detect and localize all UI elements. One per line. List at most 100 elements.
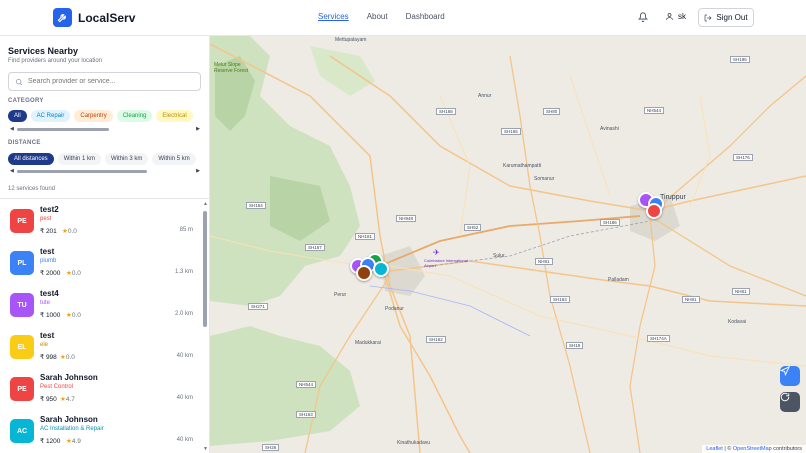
service-price: ₹ 998	[40, 354, 57, 361]
scroll-down-icon[interactable]: ▼	[203, 446, 208, 452]
list-item[interactable]: PE test2 pest ₹ 201 ★0.0 85 m	[0, 201, 200, 243]
scroll-left-icon[interactable]: ◀	[10, 168, 14, 174]
chip-all[interactable]: All	[8, 110, 27, 122]
category-label: CATEGORY	[8, 98, 44, 104]
locate-button[interactable]	[780, 366, 800, 386]
osm-link[interactable]: OpenStreetMap	[733, 446, 772, 452]
distance-scrollbar[interactable]: ◀ ▶	[10, 168, 200, 174]
service-name: test	[40, 247, 55, 256]
wrench-icon	[53, 8, 72, 27]
nav-about[interactable]: About	[367, 12, 388, 21]
scroll-thumb[interactable]	[16, 169, 147, 173]
user-name: sk	[678, 12, 686, 21]
scroll-right-icon[interactable]: ▶	[196, 126, 200, 132]
road-shield: NH81	[682, 296, 700, 303]
user-menu[interactable]: sk	[665, 12, 686, 21]
map-label: Kodavai	[728, 319, 747, 325]
list-item[interactable]: AC Sarah Johnson AC Installation & Repai…	[0, 411, 200, 453]
map-marker[interactable]	[356, 265, 372, 281]
road-shield: SH196	[730, 56, 750, 63]
list-item[interactable]: PE Sarah Johnson Pest Control ₹ 950 ★4.7…	[0, 369, 200, 411]
nav-dashboard[interactable]: Dashboard	[406, 12, 445, 21]
road-shield: SH19	[566, 342, 584, 349]
search-box[interactable]	[8, 72, 201, 91]
category-scrollbar[interactable]: ◀ ▶	[10, 126, 200, 132]
map-label: Karumathampatti	[503, 163, 542, 169]
map-label: Podanur	[385, 306, 404, 312]
attribution-tail: contributors	[773, 446, 802, 452]
nav-services[interactable]: Services	[318, 12, 349, 21]
avatar: PL	[10, 251, 34, 275]
map-label: Mettupalayam	[335, 37, 367, 43]
road-shield: SH168	[436, 108, 456, 115]
service-rating: ★0.0	[60, 354, 75, 361]
chip-within-1km[interactable]: Within 1 km	[57, 153, 102, 165]
service-rating: ★0.0	[66, 270, 81, 277]
category-chips: All AC Repair Carpentry Cleaning Electri…	[8, 110, 201, 122]
avatar: PE	[10, 209, 34, 233]
search-input[interactable]	[28, 78, 188, 85]
leaflet-link[interactable]: Leaflet	[706, 446, 723, 452]
top-navbar: LocalServ Services About Dashboard sk Si…	[0, 0, 806, 36]
chip-all-distances[interactable]: All distances	[8, 153, 54, 165]
chip-carpentry[interactable]: Carpentry	[74, 110, 113, 122]
scroll-thumb[interactable]	[203, 211, 207, 327]
list-item[interactable]: EL test ele ₹ 998 ★0.0 40 km	[0, 327, 200, 369]
distance-label: DISTANCE	[8, 140, 41, 146]
service-name: test4	[40, 289, 59, 298]
service-category: AC Installation & Repair	[40, 426, 104, 432]
list-item[interactable]: TU test4 tute ₹ 1000 ★0.0 2.0 km	[0, 285, 200, 327]
road-shield: SH164	[246, 202, 266, 209]
distance-chips: All distances Within 1 km Within 3 km Wi…	[8, 153, 201, 165]
scroll-thumb[interactable]	[16, 127, 109, 131]
chip-within-5km[interactable]: Within 5 km	[152, 153, 196, 165]
chip-ac-repair[interactable]: AC Repair	[30, 110, 71, 122]
logo[interactable]: LocalServ	[53, 8, 135, 27]
service-category: ele	[40, 342, 49, 348]
service-distance: 2.0 km	[174, 311, 193, 317]
map-tiles	[210, 36, 806, 453]
list-item[interactable]: PL test plumb ₹ 2000 ★0.0 1.3 km	[0, 243, 200, 285]
map-label: Tiruppur	[660, 194, 686, 201]
map[interactable]: Mettupalayam Annur Avinashi Tiruppur Kar…	[210, 36, 806, 453]
scroll-left-icon[interactable]: ◀	[10, 126, 14, 132]
avatar: PE	[10, 377, 34, 401]
service-name: test2	[40, 205, 59, 214]
service-name: test	[40, 331, 55, 340]
service-category: Pest Control	[40, 384, 74, 390]
road-shield: NH948	[396, 215, 417, 222]
refresh-button[interactable]	[780, 392, 800, 412]
service-rating: ★4.7	[60, 396, 75, 403]
road-shield: NH544	[296, 381, 317, 388]
road-shield: NH181	[355, 233, 376, 240]
sign-out-button[interactable]: Sign Out	[698, 8, 754, 27]
road-shield: SH186	[600, 219, 620, 226]
map-label: Coimbatore International Airport	[424, 258, 468, 268]
chip-cleaning[interactable]: Cleaning	[116, 110, 153, 122]
road-shield: SH176	[733, 154, 753, 161]
service-distance: 40 km	[176, 395, 193, 401]
service-distance: 40 km	[176, 353, 193, 359]
bell-icon[interactable]	[637, 12, 649, 23]
chip-electrical[interactable]: Electrical	[156, 110, 193, 122]
airport-icon: ✈	[433, 248, 440, 257]
map-attribution: Leaflet | © OpenStreetMap contributors	[702, 445, 806, 453]
map-label: Somanur	[534, 176, 555, 182]
chip-within-3km[interactable]: Within 3 km	[105, 153, 149, 165]
app-name: LocalServ	[78, 10, 136, 25]
service-distance: 85 m	[179, 227, 193, 233]
map-marker[interactable]	[373, 261, 389, 277]
list-scrollbar[interactable]: ▲ ▼	[202, 201, 208, 453]
service-rating: ★0.0	[62, 228, 77, 235]
road-shield: SH163	[550, 296, 570, 303]
map-label: Madukkarai	[355, 340, 381, 346]
avatar: EL	[10, 335, 34, 359]
map-marker[interactable]	[646, 203, 662, 219]
scroll-right-icon[interactable]: ▶	[196, 168, 200, 174]
map-label: Annur	[478, 93, 492, 99]
navigation-icon	[780, 366, 790, 376]
map-label: Melur Slope Reserve Forest	[214, 62, 249, 74]
road-shield: SH174A	[647, 335, 670, 342]
scroll-up-icon[interactable]: ▲	[203, 201, 208, 207]
road-shield: SH80	[543, 108, 561, 115]
